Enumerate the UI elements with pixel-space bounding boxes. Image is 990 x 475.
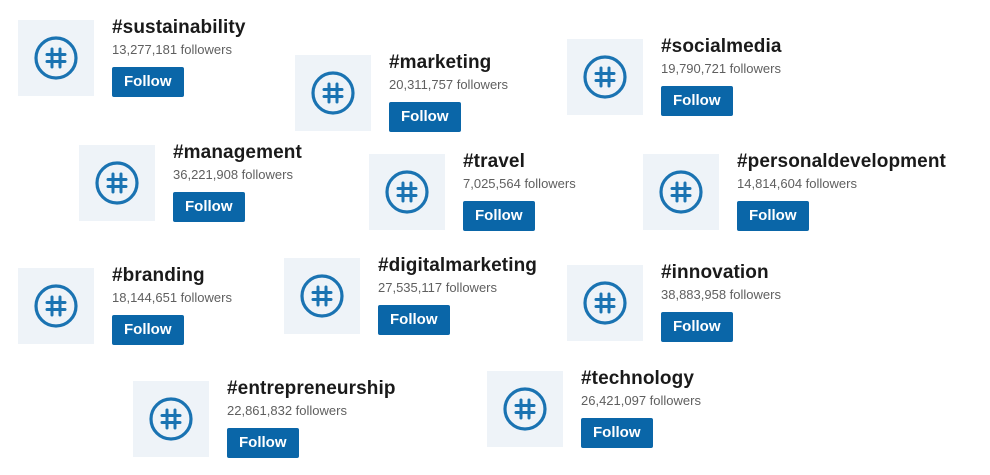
hashtag-icon-box: [567, 265, 643, 341]
follow-button[interactable]: Follow: [661, 86, 733, 116]
follow-button[interactable]: Follow: [737, 201, 809, 231]
hashtag-icon-box: [133, 381, 209, 457]
hashtag-icon-box: [18, 20, 94, 96]
hashtag-name[interactable]: #branding: [112, 265, 232, 287]
hashtag-icon-box: [284, 258, 360, 334]
hashtag-name[interactable]: #socialmedia: [661, 36, 782, 58]
hashtag-name[interactable]: #digitalmarketing: [378, 255, 537, 277]
hashtag-name[interactable]: #technology: [581, 368, 701, 390]
follow-button[interactable]: Follow: [112, 315, 184, 345]
hashtag-icon: [300, 274, 344, 318]
hashtag-icon: [34, 284, 78, 328]
hashtag-icon: [583, 55, 627, 99]
hashtag-name[interactable]: #management: [173, 142, 302, 164]
follower-count: 7,025,564 followers: [463, 176, 576, 191]
hashtag-icon: [503, 387, 547, 431]
follower-count: 38,883,958 followers: [661, 287, 781, 302]
hashtag-icon: [311, 71, 355, 115]
follow-button[interactable]: Follow: [173, 192, 245, 222]
hashtag-icon-box: [487, 371, 563, 447]
follow-button[interactable]: Follow: [378, 305, 450, 335]
follower-count: 14,814,604 followers: [737, 176, 857, 191]
hashtag-icon: [385, 170, 429, 214]
hashtag-icon-box: [295, 55, 371, 131]
follower-count: 19,790,721 followers: [661, 61, 781, 76]
follower-count: 36,221,908 followers: [173, 167, 293, 182]
hashtag-name[interactable]: #marketing: [389, 52, 508, 74]
hashtag-name[interactable]: #personaldevelopment: [737, 151, 946, 173]
hashtag-icon: [659, 170, 703, 214]
hashtag-icon-box: [79, 145, 155, 221]
follower-count: 26,421,097 followers: [581, 393, 701, 408]
hashtag-icon: [95, 161, 139, 205]
follower-count: 18,144,651 followers: [112, 290, 232, 305]
hashtag-icon-box: [18, 268, 94, 344]
hashtag-icon-box: [369, 154, 445, 230]
hashtag-icon: [583, 281, 627, 325]
hashtag-icon: [34, 36, 78, 80]
follower-count: 22,861,832 followers: [227, 403, 347, 418]
hashtag-icon-box: [643, 154, 719, 230]
follow-button[interactable]: Follow: [227, 428, 299, 458]
hashtag-icon: [149, 397, 193, 441]
follow-button[interactable]: Follow: [389, 102, 461, 132]
hashtag-name[interactable]: #innovation: [661, 262, 781, 284]
follower-count: 20,311,757 followers: [389, 77, 509, 92]
follow-button[interactable]: Follow: [581, 418, 653, 448]
hashtag-name[interactable]: #sustainability: [112, 17, 246, 39]
follow-button[interactable]: Follow: [661, 312, 733, 342]
follow-button[interactable]: Follow: [112, 67, 184, 97]
follower-count: 13,277,181 followers: [112, 42, 232, 57]
hashtag-icon-box: [567, 39, 643, 115]
follow-button[interactable]: Follow: [463, 201, 535, 231]
hashtag-name[interactable]: #entrepreneurship: [227, 378, 396, 400]
follower-count: 27,535,117 followers: [378, 280, 498, 295]
hashtag-name[interactable]: #travel: [463, 151, 576, 173]
